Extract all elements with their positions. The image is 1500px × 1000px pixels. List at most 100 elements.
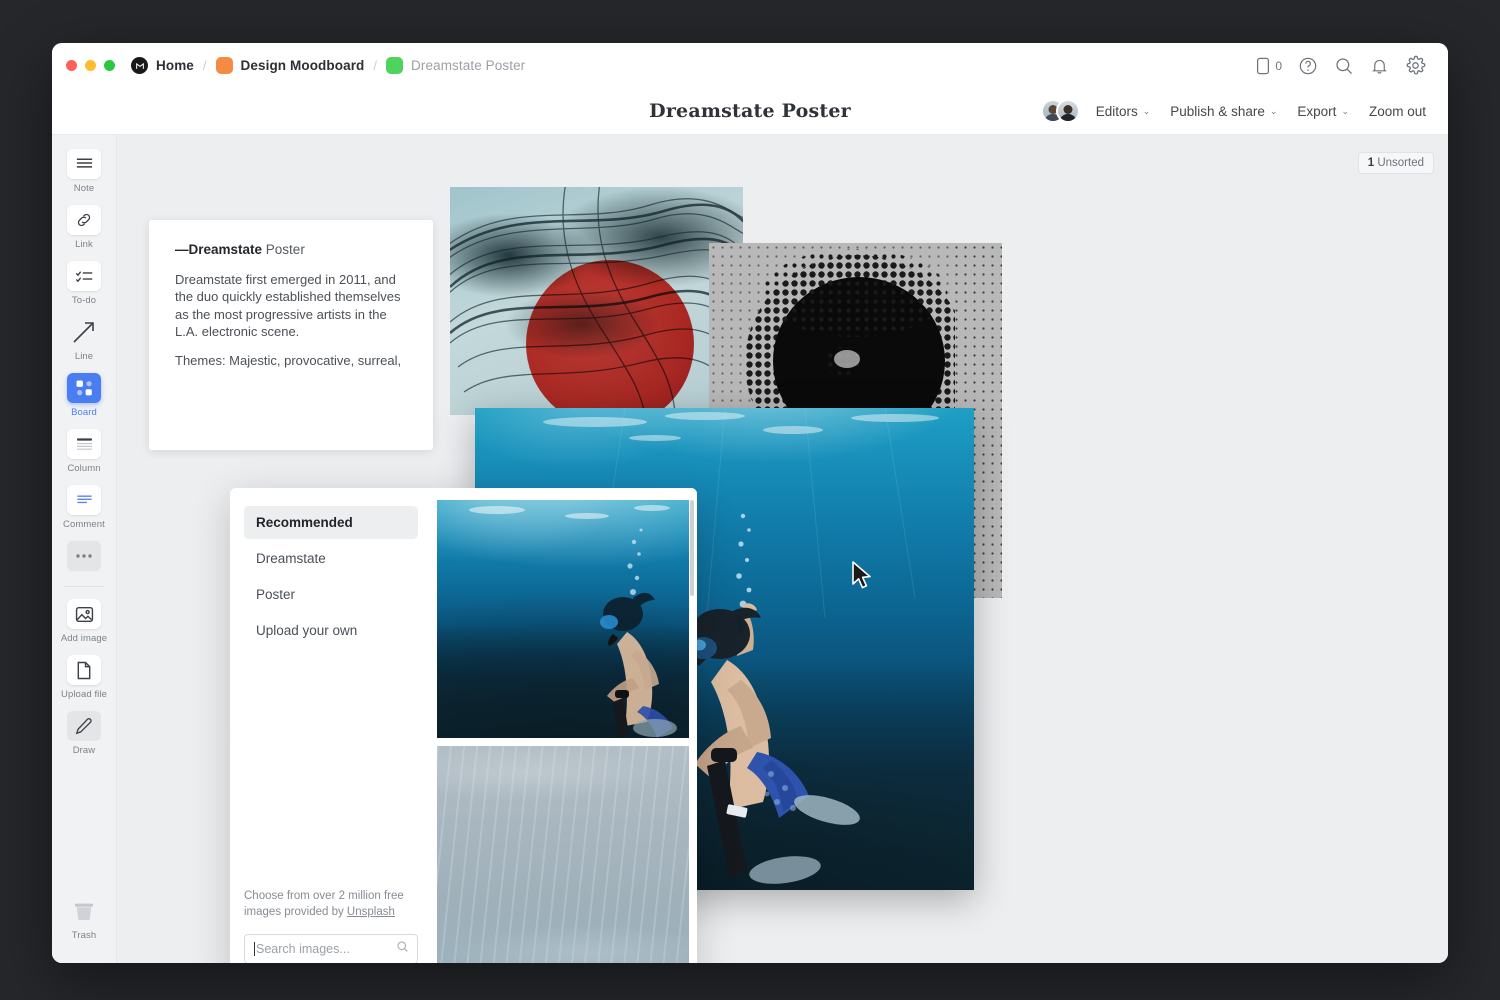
breadcrumb-separator: /: [373, 58, 377, 73]
zoom-out-button[interactable]: Zoom out: [1369, 104, 1426, 119]
sidebar-label-board: Board: [71, 407, 97, 418]
image-picker-categories: Recommended Dreamstate Poster Upload you…: [230, 488, 432, 963]
note-card-heading: —Dreamstate Poster: [175, 242, 407, 257]
search-images-input[interactable]: Search images...: [244, 934, 418, 963]
sidebar-label-line: Line: [75, 351, 93, 362]
sidebar-item-line[interactable]: Line: [58, 317, 110, 362]
image-picker-footer: Choose from over 2 million free images p…: [244, 888, 418, 963]
breadcrumb-item-dreamstate-poster[interactable]: Dreamstate Poster: [386, 57, 525, 74]
help-button[interactable]: [1298, 56, 1318, 76]
column-icon: [67, 429, 101, 459]
maximize-window-button[interactable]: [104, 60, 115, 71]
add-image-icon: [67, 599, 101, 629]
sidebar-label-draw: Draw: [73, 745, 96, 756]
unsorted-badge[interactable]: 1 Unsorted: [1358, 152, 1434, 174]
editor-avatars[interactable]: [1041, 99, 1080, 123]
image-backdrop: [437, 746, 689, 963]
sidebar-label-note: Note: [74, 183, 94, 194]
sidebar-label-column: Column: [67, 463, 100, 474]
trash-bin-icon: [67, 896, 101, 926]
window-controls[interactable]: [66, 60, 115, 71]
unsorted-label: Unsorted: [1377, 157, 1424, 169]
sidebar-item-link[interactable]: Link: [58, 205, 110, 250]
breadcrumb-item-home[interactable]: Home: [131, 57, 194, 74]
category-recommended[interactable]: Recommended: [244, 506, 418, 539]
title-bar: Home / Design Moodboard / Dreamstate Pos…: [52, 43, 1448, 88]
sidebar-label-upload-file: Upload file: [61, 689, 107, 700]
panel-pointer-arrow: [230, 725, 231, 745]
unsplash-link[interactable]: Unsplash: [347, 906, 395, 918]
result-underwater-snorkeler[interactable]: [437, 500, 689, 738]
board-canvas[interactable]: 1 Unsorted —Dreamstate Poster Dreamstate…: [117, 135, 1448, 963]
search-images-placeholder: Search images...: [256, 942, 350, 956]
folder-square-icon: [216, 57, 233, 74]
zoom-out-label: Zoom out: [1369, 104, 1426, 119]
note-card-paragraph: Themes: Majestic, provocative, surreal,: [175, 352, 407, 369]
folder-square-icon: [386, 57, 403, 74]
mobile-preview-count: 0: [1275, 59, 1282, 73]
unsorted-count: 1: [1368, 157, 1374, 169]
editors-menu-label: Editors: [1096, 104, 1138, 119]
breadcrumb-item-design-moodboard[interactable]: Design Moodboard: [216, 57, 365, 74]
unsplash-credit-line1: Choose from over 2 million free: [244, 890, 404, 902]
close-window-button[interactable]: [66, 60, 77, 71]
bubbles: [437, 500, 689, 738]
settings-gear-button[interactable]: [1405, 55, 1426, 76]
note-card[interactable]: —Dreamstate Poster Dreamstate first emer…: [149, 220, 433, 450]
red-circle-overlay: [526, 260, 694, 415]
link-chain-icon: [67, 205, 101, 235]
notifications-bell-button[interactable]: [1370, 56, 1389, 76]
hair-portrait-red-circle-image[interactable]: [450, 187, 743, 415]
search-icon: [396, 940, 409, 958]
breadcrumb-label-design-moodboard: Design Moodboard: [241, 58, 365, 73]
unsplash-credit-line2: images provided by: [244, 906, 347, 918]
avatar: [1056, 99, 1080, 123]
sidebar-item-more[interactable]: [58, 541, 110, 571]
breadcrumb: Home / Design Moodboard / Dreamstate Pos…: [131, 57, 525, 74]
export-menu[interactable]: Export ⌄: [1297, 104, 1349, 119]
mobile-preview-button[interactable]: 0: [1255, 57, 1282, 75]
category-dreamstate[interactable]: Dreamstate: [244, 542, 418, 575]
unsplash-credit: Choose from over 2 million free images p…: [244, 888, 418, 921]
search-button[interactable]: [1334, 56, 1354, 76]
document-actions: Editors ⌄ Publish & share ⌄ Export ⌄ Zoo…: [1041, 99, 1426, 123]
image-picker-results[interactable]: [432, 488, 697, 963]
editors-menu[interactable]: Editors ⌄: [1096, 104, 1151, 119]
sidebar-divider: [64, 586, 104, 587]
breadcrumb-separator: /: [203, 58, 207, 73]
note-lines-icon: [67, 149, 101, 179]
publish-share-menu[interactable]: Publish & share ⌄: [1170, 104, 1277, 119]
sidebar-item-add-image[interactable]: Add image: [58, 599, 110, 644]
app-window: Home / Design Moodboard / Dreamstate Pos…: [52, 43, 1448, 963]
image-picker-panel[interactable]: Recommended Dreamstate Poster Upload you…: [230, 488, 697, 963]
result-water-surface[interactable]: [437, 746, 689, 963]
document-header: Dreamstate Poster Editors ⌄ Publish & sh…: [52, 88, 1448, 135]
sidebar-item-column[interactable]: Column: [58, 429, 110, 474]
sidebar-item-todo[interactable]: To-do: [58, 261, 110, 306]
sidebar-label-trash: Trash: [72, 930, 96, 941]
sidebar-item-draw[interactable]: Draw: [58, 711, 110, 756]
more-dots-icon: [67, 541, 101, 571]
sidebar-item-board[interactable]: Board: [58, 373, 110, 418]
note-card-paragraph: Dreamstate first emerged in 2011, and th…: [175, 271, 407, 340]
sidebar-item-trash[interactable]: Trash: [58, 896, 110, 941]
category-upload-your-own[interactable]: Upload your own: [244, 614, 418, 647]
board-grid-icon: [67, 373, 101, 403]
sidebar-label-add-image: Add image: [61, 633, 107, 644]
titlebar-actions: 0: [1255, 55, 1426, 76]
minimize-window-button[interactable]: [85, 60, 96, 71]
note-card-heading-strong: —Dreamstate: [175, 242, 262, 257]
results-scrollbar[interactable]: [690, 500, 694, 596]
home-logo-icon: [131, 57, 148, 74]
arrow-line-icon: [67, 317, 101, 347]
category-poster[interactable]: Poster: [244, 578, 418, 611]
comment-lines-icon: [67, 485, 101, 515]
chevron-down-icon: ⌄: [1341, 106, 1349, 117]
tool-sidebar: Note Link To-do: [52, 135, 117, 963]
draw-pencil-icon: [67, 711, 101, 741]
chevron-down-icon: ⌄: [1143, 106, 1151, 117]
sidebar-item-note[interactable]: Note: [58, 149, 110, 194]
sidebar-label-comment: Comment: [63, 519, 105, 530]
sidebar-item-upload-file[interactable]: Upload file: [58, 655, 110, 700]
sidebar-item-comment[interactable]: Comment: [58, 485, 110, 530]
